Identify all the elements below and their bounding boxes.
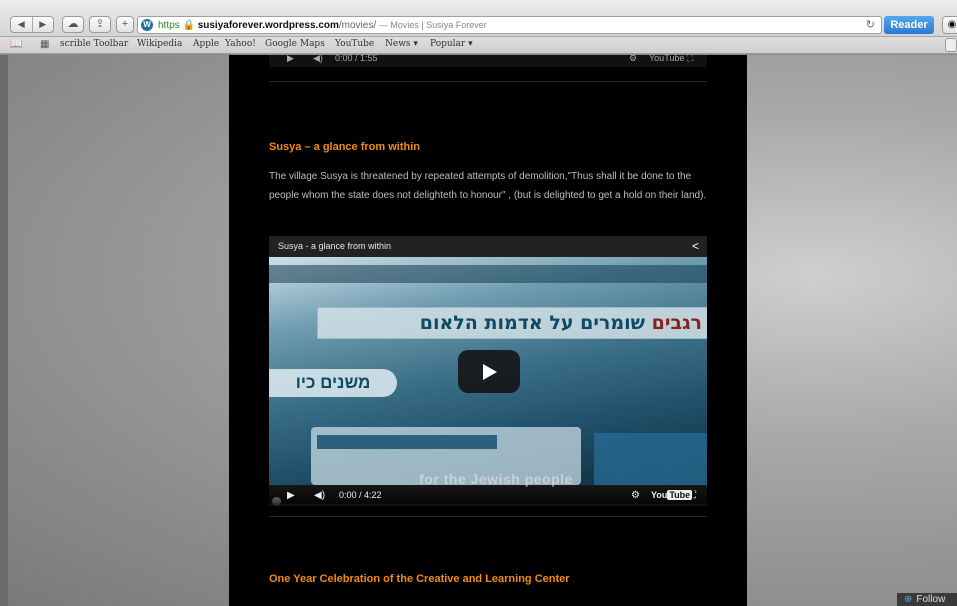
- volume-icon[interactable]: ◀): [314, 490, 325, 501]
- content-column: ▶ ◀) 0:00 / 1:55 ⚙ YouTube ⛶ Susya – a g…: [229, 53, 747, 606]
- youtube-logo-icon[interactable]: YouTube: [651, 490, 693, 500]
- follow-label: Follow: [916, 594, 946, 605]
- play-icon[interactable]: ▶: [287, 53, 294, 64]
- back-forward-group: ◀ ▶: [10, 16, 54, 33]
- video-caption: for the Jewish people: [419, 471, 573, 487]
- play-icon[interactable]: ▶: [287, 490, 295, 501]
- page-title: — Movies | Susiya Forever: [378, 20, 487, 30]
- follow-button[interactable]: ⊕ Follow: [897, 593, 957, 606]
- bookmark-item[interactable]: Wikipedia: [137, 39, 182, 49]
- thumbnail-headline: רגבים שומרים על אדמות הלאום: [317, 307, 707, 339]
- address-text: https 🔒 susiyaforever.wordpress.com/movi…: [158, 17, 487, 33]
- back-button[interactable]: ◀: [11, 17, 33, 32]
- extension-button[interactable]: ◉: [942, 16, 957, 34]
- share-icon[interactable]: <: [692, 239, 699, 253]
- icloud-tabs-button[interactable]: ☁: [62, 16, 84, 33]
- youtube-logo-icon[interactable]: YouTube: [649, 53, 684, 63]
- url-scheme: https: [158, 20, 180, 31]
- headline-rest: שומרים על אדמות הלאום: [419, 312, 652, 334]
- follow-icon: ⊕: [904, 594, 913, 605]
- forward-button[interactable]: ▶: [33, 17, 54, 32]
- bookmarks-bar: 📖 ▦ scrible Toolbar Wikipedia Apple Yaho…: [0, 37, 957, 54]
- bookmarks-overflow-button[interactable]: [945, 38, 957, 52]
- reader-button[interactable]: Reader: [884, 16, 934, 34]
- time-display: 0:00 / 4:22: [339, 490, 382, 500]
- window-edge: [0, 55, 8, 606]
- thumbnail-strip: [317, 435, 497, 449]
- bookmark-item[interactable]: Google Maps: [265, 39, 325, 49]
- url-path: /movies/: [338, 20, 377, 31]
- headline-strong: רגבים: [651, 312, 702, 334]
- video-thumbnail[interactable]: רגבים שומרים על אדמות הלאום משנים כיו fo…: [269, 257, 707, 506]
- play-button[interactable]: [458, 350, 520, 393]
- volume-icon[interactable]: ◀): [313, 53, 323, 64]
- share-button[interactable]: ⇪: [89, 16, 111, 33]
- lock-icon: 🔒: [182, 20, 195, 31]
- browser-toolbar: ◀ ▶ ☁ ⇪ + W https 🔒 susiyaforever.wordpr…: [0, 0, 957, 37]
- post-body: The village Susya is threatened by repea…: [269, 171, 707, 201]
- address-bar[interactable]: W https 🔒 susiyaforever.wordpress.com/mo…: [137, 16, 882, 34]
- video-controls: ▶ ◀) 0:00 / 4:22 ⚙ You Tube ⛶: [269, 486, 707, 506]
- video-title[interactable]: Susya - a glance from within: [278, 241, 391, 251]
- top-sites-icon[interactable]: ▦: [40, 39, 49, 50]
- bookmark-item[interactable]: Apple: [193, 39, 219, 49]
- url-host: susiyaforever.wordpress.com: [197, 20, 339, 31]
- bookmark-item[interactable]: News ▾: [385, 39, 418, 49]
- bookmark-item[interactable]: Yahoo!: [225, 39, 256, 49]
- post-title[interactable]: One Year Celebration of the Creative and…: [269, 573, 570, 585]
- divider: [269, 81, 707, 82]
- wordpress-favicon-icon: W: [141, 19, 153, 31]
- post-title[interactable]: Susya – a glance from within: [269, 141, 420, 153]
- bookmark-item[interactable]: scrible Toolbar: [60, 39, 128, 49]
- fullscreen-icon[interactable]: ⛶: [687, 53, 693, 64]
- previous-video-controls: ▶ ◀) 0:00 / 1:55 ⚙ YouTube ⛶: [269, 53, 707, 67]
- embedded-video[interactable]: Susya - a glance from within < רגבים שומ…: [269, 236, 707, 506]
- bookmark-item[interactable]: Popular ▾: [430, 39, 473, 49]
- divider: [269, 516, 707, 517]
- thumbnail-subheadline: משנים כיו: [269, 369, 397, 397]
- thumbnail-band: [269, 265, 707, 283]
- reload-icon[interactable]: ↻: [866, 17, 875, 33]
- settings-icon[interactable]: ⚙: [629, 53, 637, 64]
- video-title-bar: Susya - a glance from within <: [269, 236, 707, 257]
- new-tab-button[interactable]: +: [116, 16, 134, 33]
- fullscreen-icon[interactable]: ⛶: [689, 490, 696, 501]
- bookmark-item[interactable]: YouTube: [335, 39, 374, 49]
- settings-icon[interactable]: ⚙: [631, 490, 640, 501]
- time-display: 0:00 / 1:55: [335, 53, 378, 63]
- youtube-logo-a: You: [651, 490, 668, 500]
- reading-list-icon[interactable]: 📖: [10, 39, 22, 50]
